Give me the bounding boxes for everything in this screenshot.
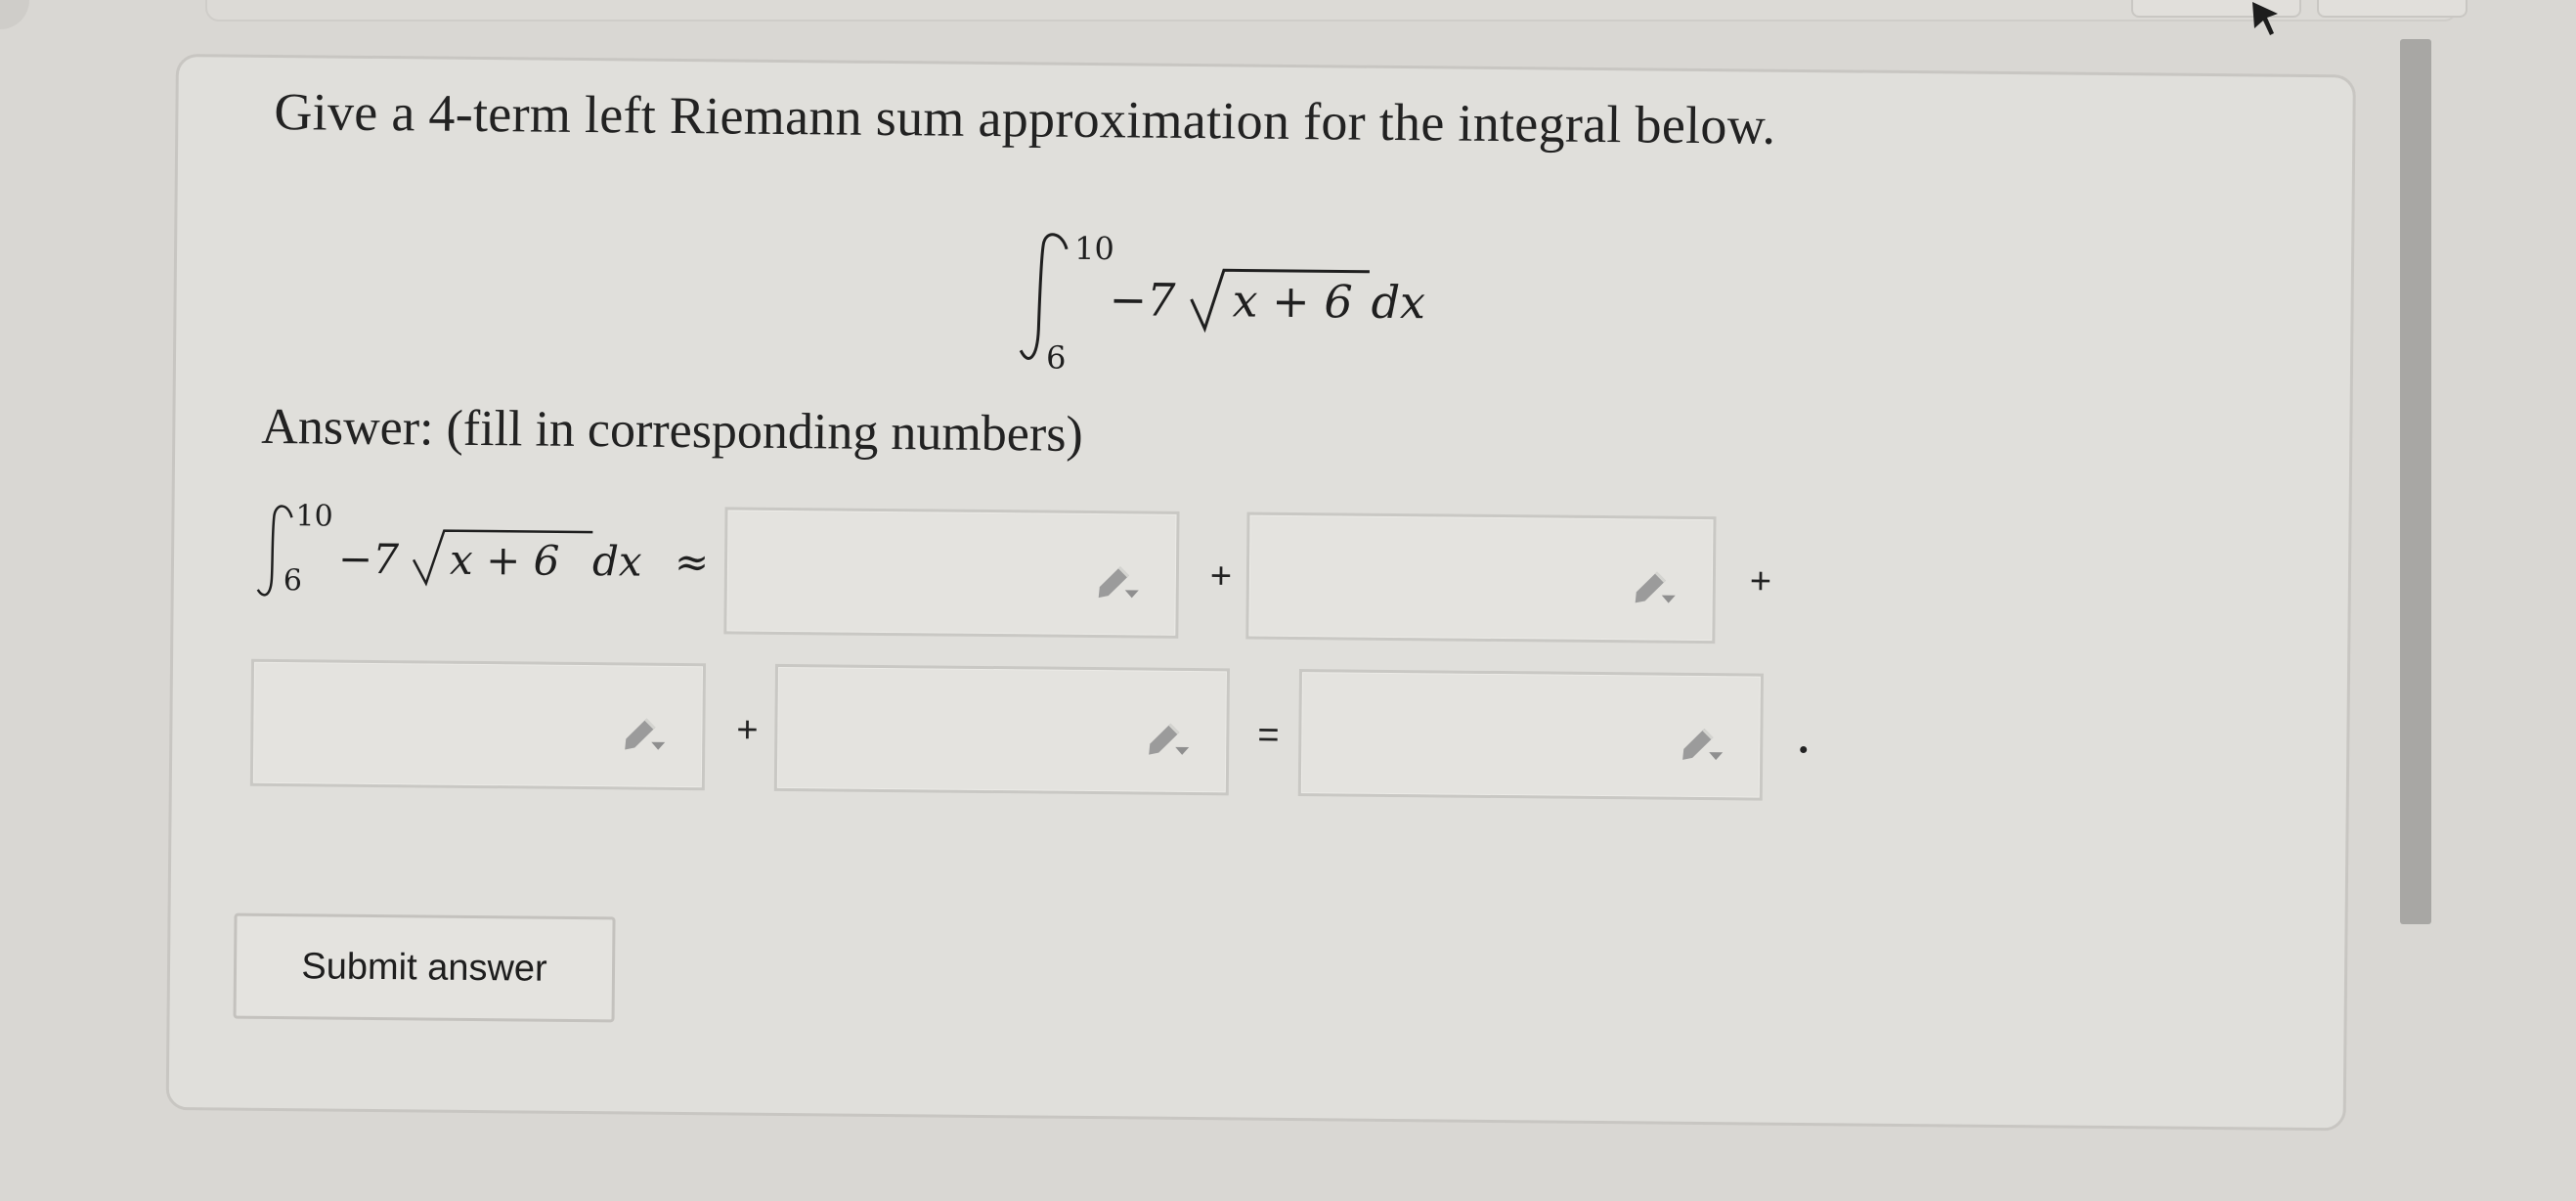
question-card: Give a 4-term left Riemann sum approxima… <box>165 54 2356 1132</box>
answer-label: Answer: (fill in corresponding numbers) <box>261 398 1084 463</box>
pencil-dropdown-icon[interactable] <box>1092 560 1143 603</box>
approximately-equal-symbol: ≈ <box>675 538 710 586</box>
upper-limit: 10 <box>1074 230 1114 267</box>
inline-integrand-coefficient: −7 <box>338 535 400 584</box>
integrand-radicand: x + 6 <box>1232 274 1353 328</box>
integral-expression: 10 6 −7 x + 6 dx <box>1019 230 1425 377</box>
equals-operator: = <box>1257 714 1280 756</box>
pencil-dropdown-icon[interactable] <box>1142 718 1193 761</box>
answer-box-2[interactable] <box>1245 512 1717 645</box>
plus-operator: + <box>1749 560 1772 602</box>
inline-upper-limit: 10 <box>295 499 333 533</box>
integrand-differential: dx <box>1371 276 1425 330</box>
pencil-dropdown-icon[interactable] <box>1629 565 1680 608</box>
answer-box-5[interactable] <box>1297 669 1764 801</box>
mouse-pointer-icon <box>2252 2 2278 35</box>
integrand-coefficient: −7 <box>1109 273 1176 327</box>
submit-answer-button[interactable]: Submit answer <box>233 912 616 1023</box>
sentence-period <box>1800 745 1808 754</box>
inline-integral-expression: 10 6 −7 x + 6 dx ≈ <box>256 499 710 598</box>
question-prompt: Give a 4-term left Riemann sum approxima… <box>274 81 1776 156</box>
vertical-scrollbar[interactable] <box>2400 39 2431 924</box>
answer-box-1[interactable] <box>723 507 1180 639</box>
plus-operator: + <box>1209 556 1233 598</box>
answer-box-4[interactable] <box>773 663 1231 796</box>
plus-operator: + <box>736 709 759 751</box>
top-tab <box>2317 0 2467 18</box>
pencil-dropdown-icon[interactable] <box>618 712 669 755</box>
pencil-dropdown-icon[interactable] <box>1676 723 1726 766</box>
answer-box-3[interactable] <box>249 658 707 791</box>
window-corner <box>0 0 29 29</box>
lower-limit: 6 <box>1046 339 1067 377</box>
inline-integrand-radicand: x + 6 <box>450 536 560 585</box>
top-frame <box>205 0 2458 22</box>
inline-integrand-differential: dx <box>592 537 642 585</box>
inline-lower-limit: 6 <box>284 563 302 598</box>
